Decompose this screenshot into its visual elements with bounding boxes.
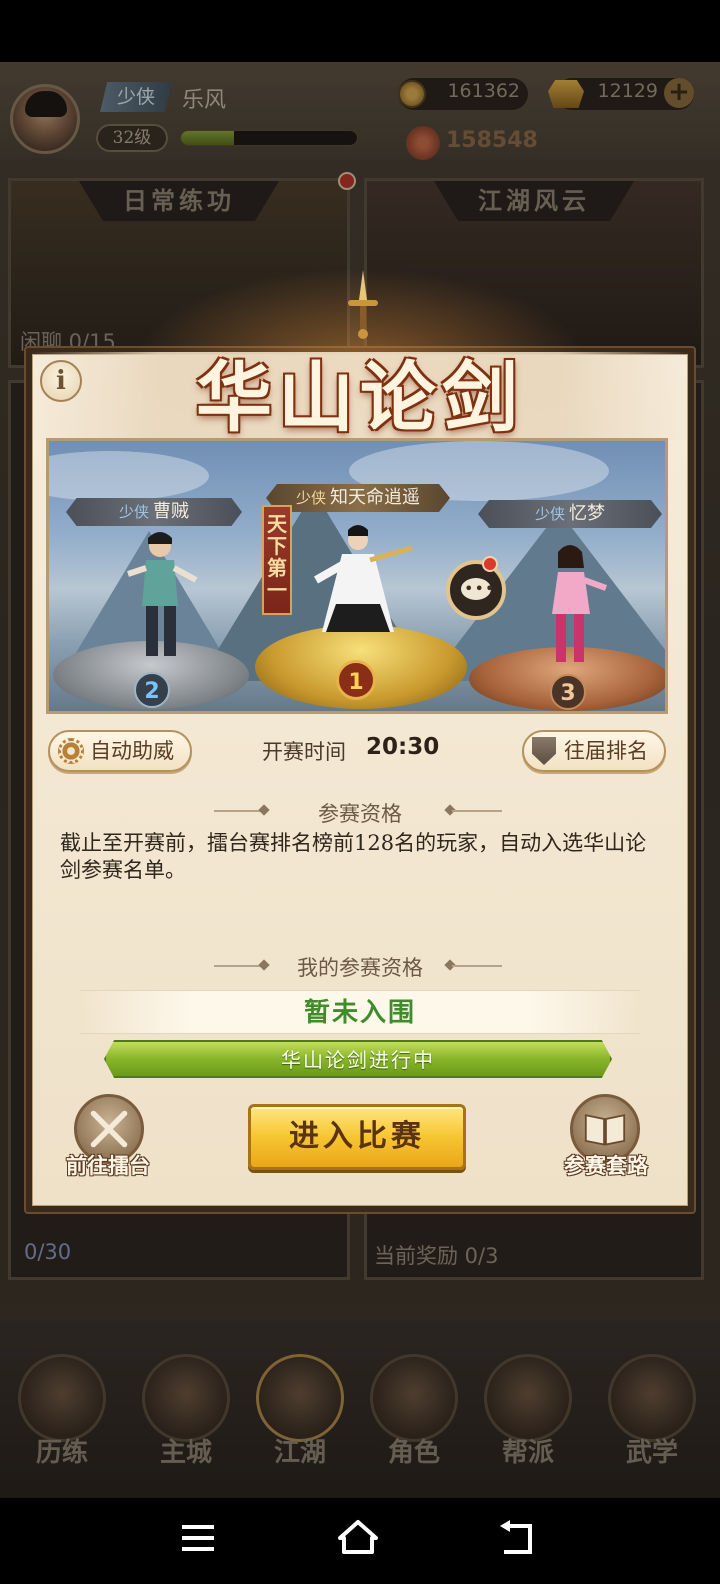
fighter-name: 忆梦	[569, 503, 605, 524]
rank-badge-third: 3	[550, 674, 586, 710]
divider	[452, 810, 502, 812]
go-arena-label: 前往擂台	[66, 1153, 150, 1178]
eligibility-heading: 参赛资格	[318, 802, 402, 826]
gear-icon	[58, 738, 84, 764]
home-icon[interactable]	[328, 1508, 388, 1568]
menu-icon[interactable]	[168, 1508, 228, 1568]
sword-decoration	[340, 270, 386, 340]
fighter-third-figure[interactable]	[540, 542, 610, 670]
chat-bubble-icon[interactable]: •••	[446, 560, 506, 620]
fighter-rank-title: 少侠	[534, 505, 565, 523]
back-icon[interactable]	[486, 1508, 546, 1568]
champion-banner: 天下第一	[262, 505, 292, 615]
rank-badge-second: 2	[134, 672, 170, 708]
my-status: 暂未入围	[303, 998, 416, 1028]
fighter-first-tag: 少侠 知天命逍遥	[266, 484, 450, 512]
fighter-first-figure[interactable]	[306, 524, 416, 644]
fighter-name: 曹贼	[153, 501, 189, 522]
fighter-second-figure[interactable]	[120, 528, 200, 668]
fighter-rank-title: 少侠	[118, 503, 149, 521]
fighter-third-tag: 少侠 忆梦	[478, 500, 662, 528]
event-status-text: 华山论剑进行中	[281, 1048, 435, 1072]
fighter-name: 知天命逍遥	[330, 487, 420, 508]
enter-match-button[interactable]: 进入比赛	[248, 1104, 466, 1170]
status-bar	[0, 0, 720, 62]
divider	[452, 965, 502, 967]
fighter-second-tag: 少侠 曹贼	[66, 498, 242, 526]
tactics-label: 参赛套路	[564, 1153, 648, 1178]
eligibility-rule-text: 截止至开赛前，擂台赛排名榜前128名的玩家，自动入选华山论剑参赛名单。	[60, 831, 647, 882]
fighter-rank-title: 少侠	[295, 489, 326, 507]
rank-badge-first: 1	[336, 660, 376, 700]
dialog-title: 华山论剑	[196, 353, 524, 442]
cloud	[49, 451, 209, 501]
notification-dot	[482, 556, 498, 572]
chat-dots: •••	[464, 579, 496, 598]
start-time-label: 开赛时间	[262, 740, 346, 764]
screen: 少侠 乐风 32级 161362 12129 + 158548 日常练功 闲聊 …	[0, 0, 720, 1584]
start-time-value: 20:30	[366, 734, 440, 760]
info-button[interactable]: i	[40, 360, 82, 402]
my-eligibility-heading: 我的参赛资格	[297, 956, 423, 980]
